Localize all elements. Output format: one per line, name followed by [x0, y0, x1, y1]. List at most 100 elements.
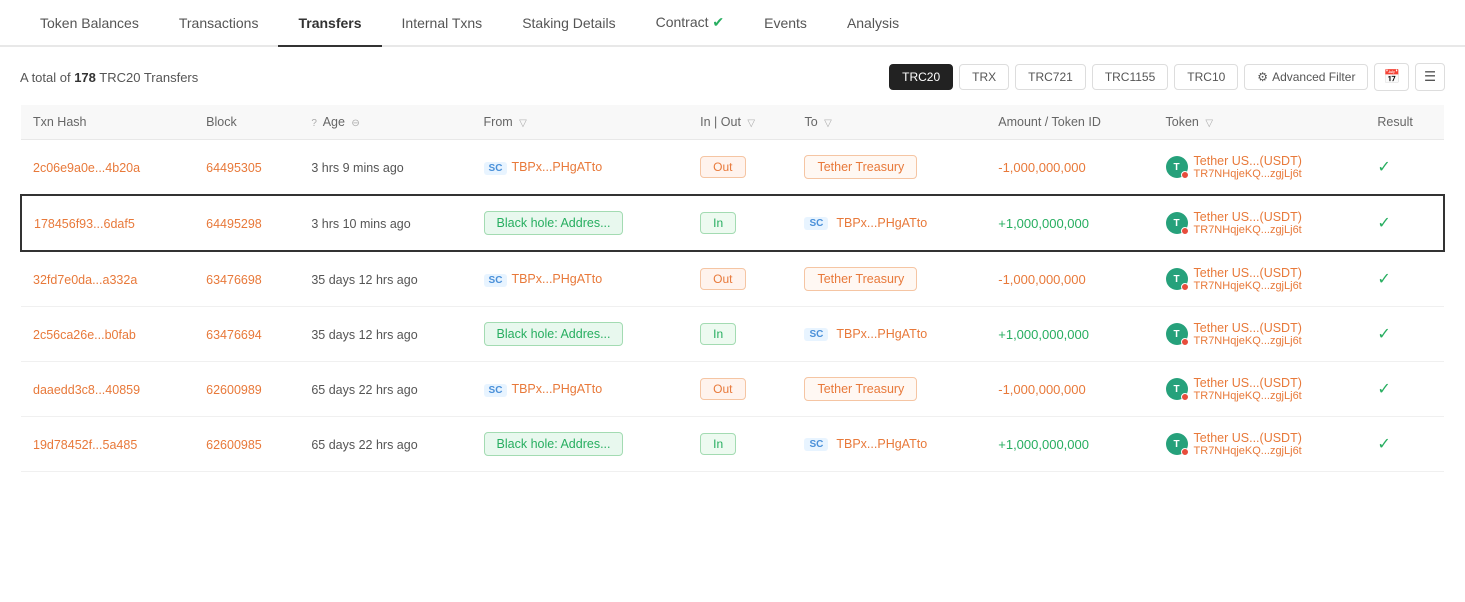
token-name-link[interactable]: Tether US...(USDT) — [1194, 431, 1302, 445]
tab-transfers[interactable]: Transfers — [278, 1, 381, 47]
from-filter-icon[interactable]: ▽ — [519, 118, 527, 129]
to-address[interactable]: TBPx...PHgATto — [836, 327, 927, 341]
tab-transactions[interactable]: Transactions — [159, 1, 279, 47]
txn-hash-link[interactable]: 178456f93...6daf5 — [34, 217, 135, 231]
to-treasury[interactable]: Tether Treasury — [804, 155, 917, 179]
token-info: Tether US...(USDT) TR7NHqjeKQ...zgjLj6t — [1194, 321, 1302, 347]
token-dot — [1181, 338, 1189, 346]
token-info: Tether US...(USDT) TR7NHqjeKQ...zgjLj6t — [1194, 154, 1302, 180]
age-help-icon[interactable]: ? — [311, 118, 317, 129]
to-address[interactable]: TBPx...PHgATto — [836, 216, 927, 230]
result-check: ✓ — [1377, 326, 1390, 343]
block-link[interactable]: 63476698 — [206, 273, 262, 287]
tab-bar: Token Balances Transactions Transfers In… — [0, 0, 1465, 47]
filter-trc20[interactable]: TRC20 — [889, 64, 953, 90]
token-name-link[interactable]: Tether US...(USDT) — [1194, 376, 1302, 390]
result-check: ✓ — [1377, 436, 1390, 453]
direction-out: Out — [700, 268, 745, 290]
amount-value: +1,000,000,000 — [998, 437, 1089, 452]
token-cell: T Tether US...(USDT) TR7NHqjeKQ...zgjLj6… — [1166, 431, 1354, 457]
calendar-button[interactable]: 📅 — [1374, 63, 1409, 91]
token-cell: T Tether US...(USDT) TR7NHqjeKQ...zgjLj6… — [1166, 376, 1354, 402]
age-text: 3 hrs 9 mins ago — [311, 161, 403, 175]
token-addr-link[interactable]: TR7NHqjeKQ...zgjLj6t — [1194, 445, 1302, 457]
block-link[interactable]: 62600985 — [206, 438, 262, 452]
txn-hash-link[interactable]: 19d78452f...5a485 — [33, 438, 137, 452]
token-addr-link[interactable]: TR7NHqjeKQ...zgjLj6t — [1194, 168, 1302, 180]
direction-out: Out — [700, 156, 745, 178]
result-check: ✓ — [1377, 381, 1390, 398]
advanced-filter-button[interactable]: ⚙ Advanced Filter — [1244, 64, 1368, 90]
filter-trc1155[interactable]: TRC1155 — [1092, 64, 1168, 90]
from-address[interactable]: TBPx...PHgATto — [511, 272, 602, 286]
table-row: daaedd3c8...408596260098965 days 22 hrs … — [21, 362, 1444, 417]
tab-analysis[interactable]: Analysis — [827, 1, 919, 47]
to-col: SC TBPx...PHgATto — [804, 437, 974, 451]
amount-value: +1,000,000,000 — [998, 216, 1089, 231]
token-addr-link[interactable]: TR7NHqjeKQ...zgjLj6t — [1194, 280, 1302, 292]
token-cell: T Tether US...(USDT) TR7NHqjeKQ...zgjLj6… — [1166, 210, 1354, 236]
col-from: From ▽ — [472, 105, 689, 140]
from-address[interactable]: TBPx...PHgATto — [511, 382, 602, 396]
filter-trc721[interactable]: TRC721 — [1015, 64, 1086, 90]
token-cell: T Tether US...(USDT) TR7NHqjeKQ...zgjLj6… — [1166, 321, 1354, 347]
token-icon: T — [1166, 323, 1188, 345]
age-text: 65 days 22 hrs ago — [311, 438, 417, 452]
txn-hash-link[interactable]: 32fd7e0da...a332a — [33, 273, 137, 287]
sc-badge: SC — [804, 438, 828, 451]
col-block: Block — [194, 105, 299, 140]
filter-trx[interactable]: TRX — [959, 64, 1009, 90]
txn-hash-link[interactable]: 2c06e9a0e...4b20a — [33, 161, 140, 175]
age-text: 35 days 12 hrs ago — [311, 273, 417, 287]
sc-badge: SC — [484, 274, 508, 287]
amount-value: -1,000,000,000 — [998, 382, 1085, 397]
tab-contract[interactable]: Contract ✔ — [636, 0, 745, 47]
direction-out: Out — [700, 378, 745, 400]
tab-events[interactable]: Events — [744, 1, 827, 47]
to-filter-icon[interactable]: ▽ — [824, 118, 832, 129]
txn-hash-link[interactable]: 2c56ca26e...b0fab — [33, 328, 136, 342]
tab-internal-txns[interactable]: Internal Txns — [382, 1, 503, 47]
token-name-link[interactable]: Tether US...(USDT) — [1194, 210, 1302, 224]
token-name-link[interactable]: Tether US...(USDT) — [1194, 266, 1302, 280]
token-addr-link[interactable]: TR7NHqjeKQ...zgjLj6t — [1194, 224, 1302, 236]
filter-trc10[interactable]: TRC10 — [1174, 64, 1238, 90]
from-blackhole[interactable]: Black hole: Addres... — [484, 322, 624, 346]
tab-token-balances[interactable]: Token Balances — [20, 1, 159, 47]
summary-text: A total of 178 TRC20 Transfers — [20, 70, 198, 85]
col-in-out: In | Out ▽ — [688, 105, 792, 140]
token-name-link[interactable]: Tether US...(USDT) — [1194, 154, 1302, 168]
to-address[interactable]: TBPx...PHgATto — [836, 437, 927, 451]
block-link[interactable]: 64495298 — [206, 217, 262, 231]
block-link[interactable]: 63476694 — [206, 328, 262, 342]
token-addr-link[interactable]: TR7NHqjeKQ...zgjLj6t — [1194, 335, 1302, 347]
block-link[interactable]: 64495305 — [206, 161, 262, 175]
inout-filter-icon[interactable]: ▽ — [747, 118, 755, 129]
col-age: ? Age ⊖ — [299, 105, 471, 140]
to-col: Tether Treasury — [804, 155, 974, 179]
from-address[interactable]: TBPx...PHgATto — [511, 160, 602, 174]
token-filter-icon[interactable]: ▽ — [1205, 118, 1213, 129]
settings-button[interactable]: ☰ — [1415, 63, 1445, 91]
token-info: Tether US...(USDT) TR7NHqjeKQ...zgjLj6t — [1194, 431, 1302, 457]
token-icon: T — [1166, 212, 1188, 234]
token-icon: T — [1166, 156, 1188, 178]
token-name-link[interactable]: Tether US...(USDT) — [1194, 321, 1302, 335]
token-icon: T — [1166, 378, 1188, 400]
block-link[interactable]: 62600989 — [206, 383, 262, 397]
amount-value: +1,000,000,000 — [998, 327, 1089, 342]
txn-hash-link[interactable]: daaedd3c8...40859 — [33, 383, 140, 397]
token-addr-link[interactable]: TR7NHqjeKQ...zgjLj6t — [1194, 390, 1302, 402]
token-dot — [1181, 283, 1189, 291]
to-treasury[interactable]: Tether Treasury — [804, 267, 917, 291]
from-blackhole[interactable]: Black hole: Addres... — [484, 432, 624, 456]
col-txn-hash: Txn Hash — [21, 105, 194, 140]
from-blackhole[interactable]: Black hole: Addres... — [484, 211, 624, 235]
to-treasury[interactable]: Tether Treasury — [804, 377, 917, 401]
sc-badge: SC — [484, 384, 508, 397]
age-filter-icon[interactable]: ⊖ — [351, 118, 359, 129]
tab-staking-details[interactable]: Staking Details — [502, 1, 635, 47]
table-row: 19d78452f...5a485 62600985 65 days 22 hrs … — [21, 417, 1444, 472]
token-info: Tether US...(USDT) TR7NHqjeKQ...zgjLj6t — [1194, 376, 1302, 402]
filter-buttons: TRC20 TRX TRC721 TRC1155 TRC10 ⚙ Advance… — [889, 63, 1445, 91]
